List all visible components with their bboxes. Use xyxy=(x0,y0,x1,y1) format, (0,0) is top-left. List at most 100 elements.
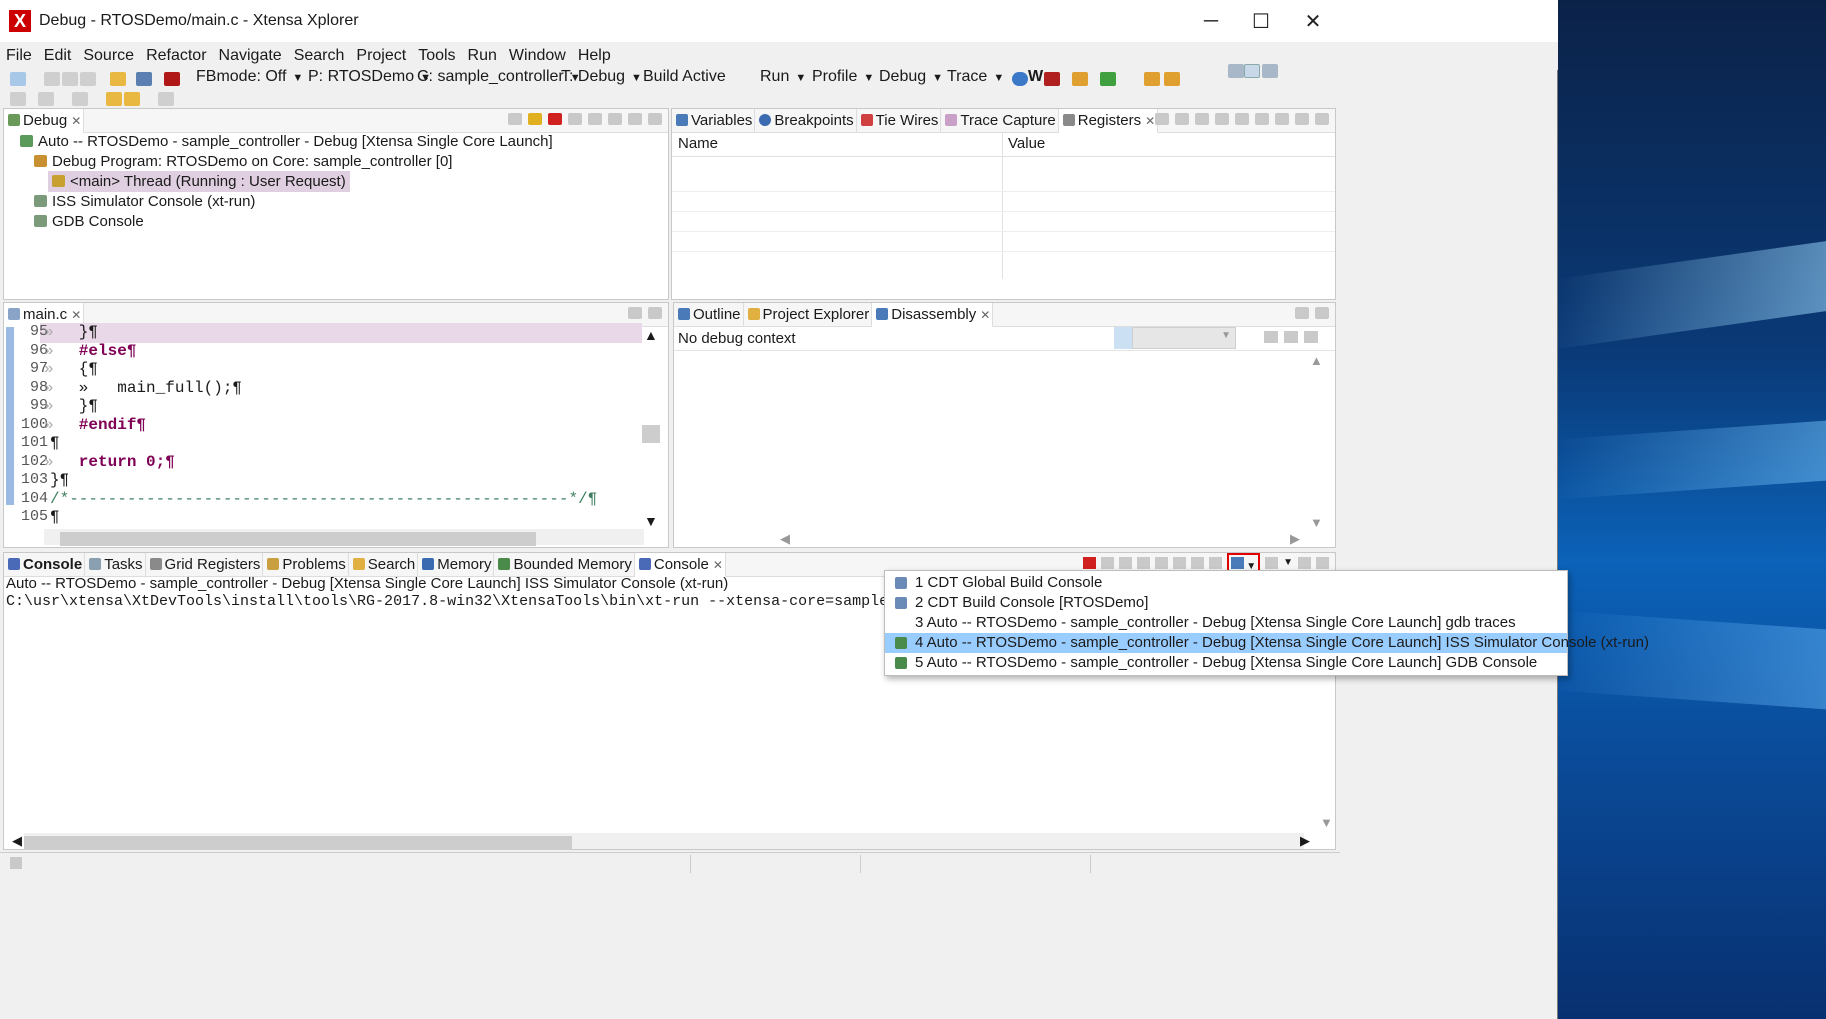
link-with-debug-icon[interactable] xyxy=(1114,327,1132,349)
pin-icon[interactable] xyxy=(1304,331,1318,343)
menu-item-global-build-console[interactable]: 1 CDT Global Build Console xyxy=(885,573,1567,593)
scroll-left-icon[interactable]: ◀ xyxy=(780,531,790,547)
menu-item-build-console[interactable]: 2 CDT Build Console [RTOSDemo] xyxy=(885,593,1567,613)
tab-debug[interactable]: Debug ✕ xyxy=(4,109,85,133)
remove-all-icon[interactable] xyxy=(1119,557,1133,569)
minimize-view-icon[interactable] xyxy=(628,307,642,319)
scroll-down-icon[interactable]: ▼ xyxy=(1320,815,1333,830)
run-dropdown[interactable]: Run ▼ xyxy=(760,68,806,86)
minimize-view-icon[interactable] xyxy=(628,113,642,125)
maximize-view-icon[interactable] xyxy=(1315,307,1329,319)
minimize-view-icon[interactable] xyxy=(1295,307,1309,319)
scroll-up-icon[interactable]: ▲ xyxy=(644,327,658,343)
thread-item[interactable]: <main> Thread (Running : User Request) xyxy=(48,171,350,192)
code-line[interactable]: #endif¶ xyxy=(50,416,146,434)
build-active-button[interactable]: Build Active xyxy=(643,68,726,86)
open-console-icon[interactable] xyxy=(1265,557,1279,569)
close-tab-icon[interactable]: ✕ xyxy=(713,558,723,572)
new-icon[interactable] xyxy=(10,72,26,86)
pin-icon[interactable] xyxy=(1255,113,1269,125)
code-line[interactable]: #else¶ xyxy=(50,342,137,360)
debug-launch-item[interactable]: Auto -- RTOSDemo - sample_controller - D… xyxy=(20,133,553,150)
horizontal-scroll-thumb[interactable] xyxy=(60,532,536,546)
debug-perspective-icon[interactable] xyxy=(1244,64,1260,78)
close-tab-icon[interactable]: ✕ xyxy=(1145,114,1155,128)
xplorer-icon[interactable] xyxy=(164,72,180,86)
menu-file[interactable]: File xyxy=(0,47,38,65)
find-icon[interactable] xyxy=(1215,113,1229,125)
maximize-view-icon[interactable] xyxy=(1315,113,1329,125)
code-line[interactable]: ¶ xyxy=(50,434,60,452)
external-tool-icon[interactable] xyxy=(1144,72,1160,86)
tab-console-main[interactable]: Console xyxy=(4,553,86,577)
w-button[interactable]: W xyxy=(1028,68,1043,86)
scroll-down-icon[interactable]: ▼ xyxy=(644,513,658,529)
code-line[interactable]: {¶ xyxy=(50,360,98,378)
scroll-left-icon[interactable]: ◀ xyxy=(12,833,22,849)
menu-item-gdb-console[interactable]: 5 Auto -- RTOSDemo - sample_controller -… xyxy=(885,653,1567,673)
menu-item-gdb-traces[interactable]: 3 Auto -- RTOSDemo - sample_controller -… xyxy=(885,613,1567,633)
pin-console-icon[interactable] xyxy=(1209,557,1223,569)
tab-outline[interactable]: Outline xyxy=(674,303,744,327)
debug-program-item[interactable]: Debug Program: RTOSDemo on Core: sample_… xyxy=(34,153,452,170)
menu-tools[interactable]: Tools xyxy=(412,47,461,65)
menu-refactor[interactable]: Refactor xyxy=(140,47,212,65)
word-wrap-icon[interactable] xyxy=(1173,557,1187,569)
clear-console-icon[interactable] xyxy=(1137,557,1151,569)
folder-icon[interactable] xyxy=(1072,72,1088,86)
tab-disassembly[interactable]: Disassembly ✕ xyxy=(872,303,994,327)
column-value[interactable]: Value xyxy=(1008,135,1045,152)
menu-help[interactable]: Help xyxy=(572,47,617,65)
menu-item-iss-console[interactable]: 4 Auto -- RTOSDemo - sample_controller -… xyxy=(885,633,1649,653)
target-dropdown[interactable]: T: Debug ▼ xyxy=(561,68,642,86)
maximize-view-icon[interactable] xyxy=(648,113,662,125)
menu-navigate[interactable]: Navigate xyxy=(213,47,288,65)
remove-launch-icon[interactable] xyxy=(1101,557,1115,569)
maximize-view-icon[interactable] xyxy=(648,307,662,319)
tab-registers[interactable]: Registers ✕ xyxy=(1058,109,1159,133)
fbmode-dropdown[interactable]: FBmode: Off ▼ xyxy=(196,68,303,86)
scroll-lock-icon[interactable] xyxy=(1155,557,1169,569)
new-view-icon[interactable] xyxy=(1284,331,1298,343)
horizontal-scrollbar[interactable] xyxy=(44,529,644,546)
menu-window[interactable]: Window xyxy=(503,47,572,65)
code-line[interactable]: ¶ xyxy=(50,508,60,526)
code-line[interactable]: }¶ xyxy=(50,397,98,415)
perspective-icon[interactable] xyxy=(1228,64,1244,78)
refresh-icon[interactable] xyxy=(1195,113,1209,125)
minimize-view-icon[interactable] xyxy=(1298,557,1311,569)
tab-search[interactable]: Search xyxy=(349,553,419,577)
save-icon[interactable] xyxy=(44,72,60,86)
pencil-icon[interactable] xyxy=(10,92,26,106)
scroll-right-icon[interactable]: ▶ xyxy=(1290,531,1300,547)
menu-project[interactable]: Project xyxy=(350,47,412,65)
project-dropdown[interactable]: P: RTOSDemo ▼ xyxy=(308,68,431,86)
profile-dropdown[interactable]: Profile ▼ xyxy=(812,68,874,86)
scroll-right-icon[interactable]: ▶ xyxy=(1300,833,1310,849)
column-name[interactable]: Name xyxy=(678,135,718,152)
console-horizontal-scrollbar[interactable] xyxy=(24,833,1304,850)
code-line[interactable]: » main_full();¶ xyxy=(50,379,242,397)
open-icon[interactable] xyxy=(110,72,126,86)
step-return-icon[interactable] xyxy=(588,113,602,125)
step-into-icon[interactable] xyxy=(508,113,522,125)
annotation-icon[interactable] xyxy=(72,92,88,106)
tab-bounded-memory[interactable]: Bounded Memory xyxy=(494,553,635,577)
code-line[interactable]: }¶ xyxy=(50,323,98,341)
save-all-icon[interactable] xyxy=(62,72,78,86)
menu-source[interactable]: Source xyxy=(77,47,140,65)
tab-trace-capture[interactable]: Trace Capture xyxy=(941,109,1059,133)
pdf-icon[interactable] xyxy=(1044,72,1060,86)
back-icon[interactable] xyxy=(124,92,140,106)
tab-project-explorer[interactable]: Project Explorer xyxy=(744,303,873,327)
tab-grid-registers[interactable]: Grid Registers xyxy=(146,553,264,577)
view-menu-icon[interactable] xyxy=(608,113,622,125)
close-button[interactable]: ✕ xyxy=(1284,0,1342,42)
tab-tasks[interactable]: Tasks xyxy=(85,553,146,577)
scroll-up-icon[interactable]: ▲ xyxy=(1310,353,1323,368)
show-on-output-icon[interactable] xyxy=(1191,557,1205,569)
tab-breakpoints[interactable]: Breakpoints xyxy=(755,109,857,133)
tab-tie-wires[interactable]: Tie Wires xyxy=(857,109,942,133)
gdb-console-item[interactable]: GDB Console xyxy=(34,213,144,230)
refresh-icon[interactable] xyxy=(1264,331,1278,343)
